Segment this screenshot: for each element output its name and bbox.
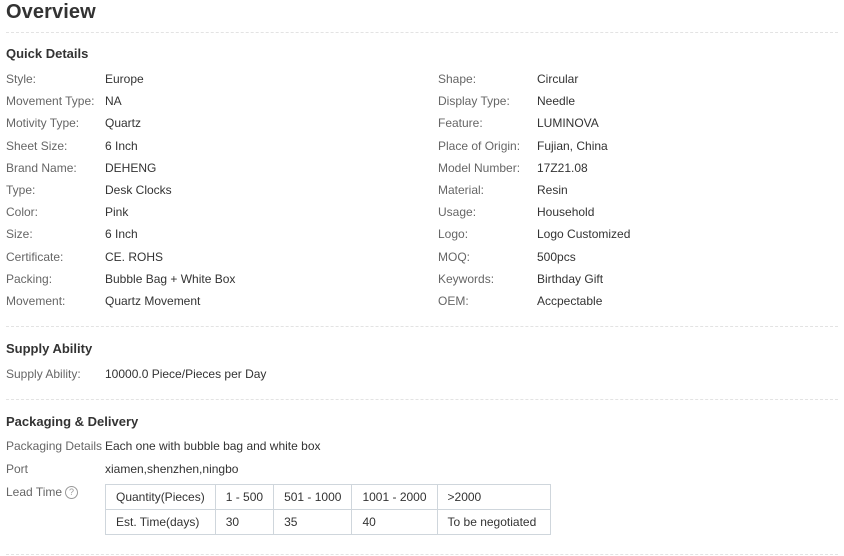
detail-label: Keywords: [438, 271, 495, 286]
table-cell: 40 [351, 509, 438, 535]
detail-value: NA [105, 94, 122, 109]
detail-label: Logo: [438, 227, 469, 242]
detail-label: Size: [6, 227, 33, 242]
table-cell: 35 [273, 509, 353, 535]
lead-time-table: Quantity(Pieces) 1 - 500 501 - 1000 1001… [105, 484, 551, 535]
table-cell: 1 - 500 [214, 484, 275, 510]
detail-label: Place of Origin: [438, 138, 521, 153]
supply-ability-label: Supply Ability: [6, 367, 81, 381]
packaging-details-value: Each one with bubble bag and white box [105, 439, 321, 453]
detail-label: Style: [6, 72, 37, 86]
detail-value: Quartz [105, 116, 142, 131]
detail-label: Brand Name: [6, 160, 77, 175]
detail-label: Certificate: [6, 249, 64, 264]
divider [6, 554, 838, 555]
divider [6, 399, 838, 400]
divider [6, 326, 838, 327]
table-cell: 30 [214, 509, 275, 535]
detail-value: LUMINOVA [537, 116, 599, 131]
lead-time-label: Lead Time [6, 485, 63, 499]
table-row: Est. Time(days) 30 35 40 To be negotiate… [105, 509, 551, 535]
page-title: Overview [6, 1, 96, 23]
detail-value: Birthday Gift [537, 271, 604, 286]
detail-value: 17Z21.08 [537, 160, 588, 175]
detail-value: Europe [105, 72, 144, 86]
detail-value: 500pcs [537, 249, 576, 264]
detail-label: Feature: [438, 116, 483, 131]
detail-value: Circular [537, 72, 579, 86]
detail-value: 6 Inch [105, 227, 138, 242]
detail-value: Needle [537, 94, 576, 109]
detail-value: Logo Customized [537, 227, 631, 242]
supply-ability-value: 10000.0 Piece/Pieces per Day [105, 367, 267, 381]
detail-label: Movement: [6, 294, 66, 308]
table-row: Quantity(Pieces) 1 - 500 501 - 1000 1001… [105, 484, 551, 510]
detail-label: Packing: [6, 271, 53, 286]
detail-label: Shape: [438, 72, 477, 86]
detail-label: Material: [438, 183, 485, 197]
table-cell: To be negotiated [436, 509, 551, 535]
detail-label: OEM: [438, 294, 469, 308]
table-cell: >2000 [436, 484, 551, 510]
supply-ability-heading: Supply Ability [6, 341, 93, 356]
detail-value: Resin [537, 183, 568, 197]
table-cell: Quantity(Pieces) [105, 484, 216, 510]
detail-value: Desk Clocks [105, 183, 172, 197]
detail-value: Household [537, 205, 595, 220]
detail-value: CE. ROHS [105, 249, 164, 264]
detail-value: Accpectable [537, 294, 603, 308]
detail-label: Movement Type: [6, 94, 95, 109]
table-cell: Est. Time(days) [105, 509, 216, 535]
table-cell: 501 - 1000 [273, 484, 353, 510]
port-label: Port [6, 462, 29, 476]
detail-value: Fujian, China [537, 138, 608, 153]
detail-label: Motivity Type: [6, 116, 80, 131]
detail-label: Sheet Size: [6, 138, 68, 153]
port-value: xiamen,shenzhen,ningbo [105, 462, 239, 476]
detail-label: Model Number: [438, 160, 521, 175]
detail-value: Bubble Bag + White Box [105, 271, 236, 286]
packaging-details-label: Packaging Details [6, 439, 103, 453]
lead-time-label-wrap: Lead Time? [6, 485, 79, 499]
detail-label: Type: [6, 183, 36, 197]
detail-value: 6 Inch [105, 138, 138, 153]
quick-details-heading: Quick Details [6, 46, 89, 61]
divider [6, 32, 838, 33]
detail-label: MOQ: [438, 249, 470, 264]
detail-label: Display Type: [438, 94, 510, 109]
detail-value: Quartz Movement [105, 294, 201, 308]
detail-label: Usage: [438, 205, 477, 220]
question-circle-icon[interactable]: ? [65, 486, 79, 499]
detail-value: Pink [105, 205, 129, 220]
detail-label: Color: [6, 205, 39, 220]
detail-value: DEHENG [105, 160, 157, 175]
table-cell: 1001 - 2000 [351, 484, 438, 510]
packaging-heading: Packaging & Delivery [6, 414, 139, 429]
